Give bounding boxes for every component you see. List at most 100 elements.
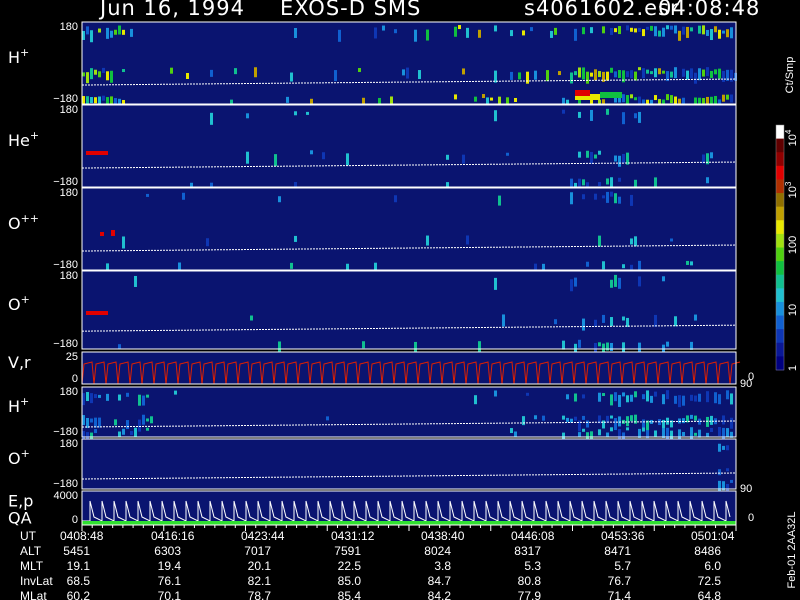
spectrogram-cell <box>146 418 149 422</box>
spectrogram-cell <box>598 235 601 247</box>
spectrogram-cell <box>714 95 717 104</box>
spectrogram-cell <box>694 395 697 402</box>
ephemeris-cell: 85.4 <box>338 589 362 600</box>
colorbar-segment <box>776 261 784 276</box>
panel-v-r: V,r 250 900 <box>8 351 754 390</box>
spectrogram-cell <box>630 238 633 245</box>
spectrogram-cell <box>170 67 173 74</box>
spectrogram-cell <box>582 318 585 331</box>
colorbar-tick: 103 <box>784 181 799 198</box>
y-tick-top: 180 <box>60 187 78 199</box>
spectrogram-cell <box>610 317 613 327</box>
ephemeris-cell: 5451 <box>63 544 90 558</box>
spectrogram-cell <box>706 432 709 437</box>
panel-label: H+ <box>8 395 29 416</box>
spectrogram-cell <box>130 431 133 436</box>
spectrogram-cell <box>706 29 709 36</box>
spectrogram-cell <box>602 195 605 199</box>
spectrogram-cell <box>730 69 733 82</box>
ephemeris-cell: 8024 <box>424 544 451 558</box>
spectrogram-cell <box>590 109 593 121</box>
spectrogram-cell <box>722 445 725 450</box>
spectrogram-cell <box>590 431 593 440</box>
spectrogram-cell <box>614 71 617 78</box>
colorbar-segment <box>776 301 784 317</box>
spectrogram-cell <box>618 26 621 35</box>
panel-o-: O+ 180 −180 <box>8 270 737 356</box>
spectrogram-cell <box>518 72 521 80</box>
spectrogram-cell <box>90 30 93 43</box>
ephemeris-cell: 8486 <box>694 544 721 558</box>
spectrogram-cell <box>726 468 729 472</box>
spectrogram-cell <box>722 415 725 425</box>
spectrogram-cell <box>718 443 721 452</box>
spectrogram-cell <box>254 67 257 78</box>
spectrogram-cell <box>346 153 349 166</box>
right-axis-zero: 0 <box>748 512 754 524</box>
colorbar-tick: 104 <box>784 129 799 146</box>
spectrogram-cell <box>606 71 609 81</box>
spectrogram-cell <box>134 275 137 287</box>
colorbar-segment <box>776 165 784 180</box>
spectrogram-cell <box>722 94 725 102</box>
spectrogram-cell <box>322 152 325 160</box>
spectrogram-cell <box>210 112 213 125</box>
spectrogram-cell <box>122 29 125 35</box>
spectrogram-cell <box>726 29 729 38</box>
ephemeris-cell: 0438:40 <box>421 529 465 543</box>
spectrogram-cell <box>610 67 613 73</box>
spectrogram-cell <box>634 236 637 247</box>
panel-label: H+ <box>8 46 29 67</box>
spectrogram-cell <box>614 392 617 402</box>
spectrogram-cell <box>118 25 121 35</box>
spectrogram-cell <box>590 72 593 77</box>
spectrogram-cell <box>594 154 597 159</box>
spectrogram-cell <box>710 29 713 41</box>
spectrogram-cell <box>610 191 613 197</box>
ephemeris-cell: 8317 <box>514 544 541 558</box>
spectrogram-cell <box>718 427 721 437</box>
spectrogram-cell <box>466 27 469 38</box>
spectrogram-cell <box>338 29 341 42</box>
spectrogram-cell <box>598 392 601 402</box>
spectrogram-cell <box>654 391 657 397</box>
spectrogram-cell <box>586 261 589 267</box>
spectrogram-cell <box>650 25 653 31</box>
spectrogram-cell <box>662 27 665 37</box>
spectrogram-cell <box>634 28 637 33</box>
spectrogram-cell <box>118 344 121 350</box>
spectrogram-cell <box>630 394 633 402</box>
spectrogram-cell <box>234 68 237 75</box>
spectrogram-cell <box>98 417 101 428</box>
spectrogram-cell <box>474 395 477 405</box>
y-tick-bottom: 0 <box>72 373 78 385</box>
spectrogram-cell <box>618 394 621 407</box>
ephemeris-cell: 70.1 <box>158 589 182 600</box>
spectrogram-cell <box>498 195 501 206</box>
colorbar-segment <box>776 329 784 344</box>
spectrogram-cell <box>602 26 605 34</box>
spectrogram-cell <box>598 71 601 78</box>
spectrogram-cell <box>118 394 121 401</box>
spectrogram-cell <box>682 432 685 437</box>
spectrogram-cell <box>614 193 617 204</box>
panel-o-2-: O+ 180 −180 90 <box>8 438 752 495</box>
panel-h-: H+180−180 <box>8 21 737 112</box>
ephemeris-cell: 64.8 <box>698 589 722 600</box>
colorbar-segment <box>776 247 784 262</box>
spectrogram-cell <box>462 154 465 164</box>
spectrogram-cell <box>642 427 645 432</box>
spectrogram-cell <box>534 415 537 420</box>
spectrogram-cell <box>654 68 657 78</box>
spectrogram-cell <box>506 152 509 156</box>
spectrogram-cell <box>614 274 617 287</box>
spectrogram-cell <box>394 195 397 203</box>
spectrogram-cell <box>590 27 593 34</box>
spectrogram-cell <box>726 390 729 400</box>
spectrogram-cell <box>598 182 601 187</box>
panel-label-2: QA <box>8 508 32 527</box>
spectrogram-cell <box>494 110 497 122</box>
spectrogram-cell <box>710 415 713 425</box>
spectrogram-cell <box>290 262 293 269</box>
panel-e-p-qa: E,pQA40000 0 <box>8 490 754 527</box>
